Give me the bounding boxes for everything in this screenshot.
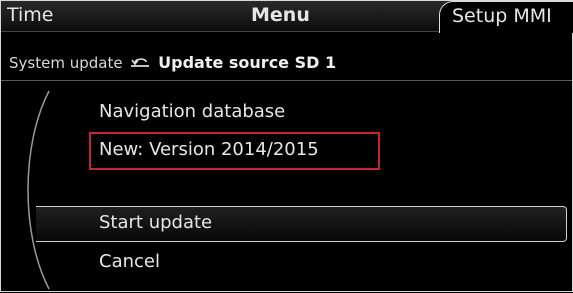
mmi-screen: Time Menu Setup MMI System update Update… xyxy=(0,0,573,292)
tab-menu[interactable]: Menu xyxy=(251,4,310,26)
breadcrumb-parent: System update xyxy=(9,54,123,72)
info-navigation-database: Navigation database xyxy=(99,101,286,122)
tab-setup-label: Setup MMI xyxy=(452,5,552,27)
header-divider xyxy=(1,80,572,81)
cancel-button[interactable]: Cancel xyxy=(99,251,160,272)
page-title: Update source SD 1 xyxy=(158,53,337,72)
start-update-button[interactable]: Start update xyxy=(99,212,212,233)
info-new-version: New: Version 2014/2015 xyxy=(99,139,319,160)
scroll-arc-icon xyxy=(27,90,50,290)
back-arrow-icon xyxy=(131,58,150,67)
top-tab-bar: Time Menu Setup MMI xyxy=(1,1,573,33)
tab-time[interactable]: Time xyxy=(7,4,54,26)
breadcrumb: System update Update source SD 1 xyxy=(9,53,336,72)
tab-setup-mmi[interactable]: Setup MMI xyxy=(439,1,573,33)
